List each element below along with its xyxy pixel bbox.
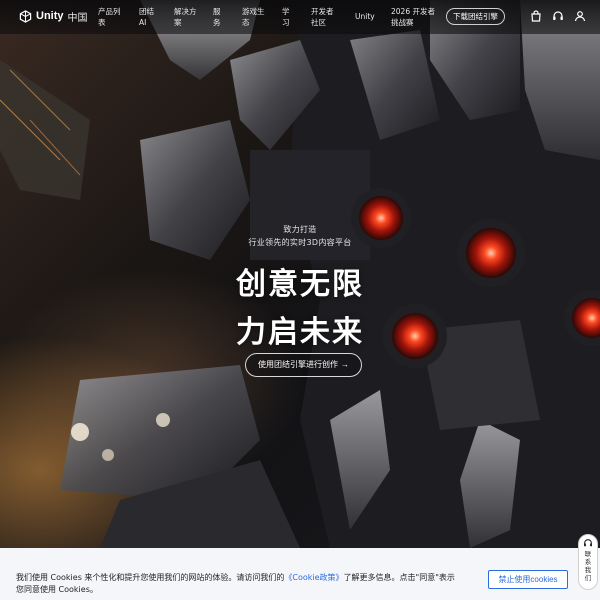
nav-developer-community[interactable]: 开发者社区: [311, 6, 337, 28]
nav-game-ecosystem[interactable]: 游戏生态: [242, 6, 268, 28]
user-icon[interactable]: [574, 10, 586, 22]
logo-region: 中国: [67, 12, 88, 24]
nav-solutions[interactable]: 解决方案: [174, 6, 200, 28]
cookie-message: 我们使用 Cookies 来个性化和提升您使用我们的网站的体验。请访问我们的《C…: [16, 572, 456, 596]
nav-tuanjie-ai[interactable]: 团结 AI: [139, 6, 159, 28]
cookie-policy-link[interactable]: 《Cookie政策》: [284, 573, 343, 582]
logo-text: Unity: [36, 10, 64, 22]
cookie-banner: 我们使用 Cookies 来个性化和提升您使用我们的网站的体验。请访问我们的《C…: [0, 548, 600, 600]
nav-unity[interactable]: Unity: [355, 11, 375, 22]
download-engine-button[interactable]: 下载团结引擎: [446, 8, 505, 25]
headset-icon: [584, 539, 592, 547]
hero-tagline-line2: 行业领先的实时3D内容平台: [248, 238, 352, 247]
shopping-bag-icon[interactable]: [530, 10, 542, 22]
top-navbar: Unity 中国 产品列表 团结 AI 解决方案 服务 游戏生态 学习 开发者社…: [0, 0, 600, 34]
headset-icon[interactable]: [552, 10, 564, 22]
nav-services[interactable]: 服务: [213, 6, 225, 28]
nav-learn[interactable]: 学习: [282, 6, 294, 28]
cookie-text-before: 我们使用 Cookies 来个性化和提升您使用我们的网站的体验。请访问我们的: [16, 573, 285, 582]
arrow-right-icon: →: [341, 360, 349, 369]
contact-us-label: 联系我们: [584, 550, 592, 582]
cta-label: 使用团结引擎进行创作: [258, 360, 338, 369]
contact-us-widget[interactable]: 联系我们: [578, 534, 598, 590]
hero-tagline-line1: 致力打造: [283, 225, 317, 234]
hero-headline-line1: 创意无限: [236, 267, 364, 302]
unity-cube-icon: [19, 9, 32, 23]
hero-headline-line2: 力启未来: [236, 315, 364, 350]
nav-developer-challenge[interactable]: 2026 开发者挑战赛: [391, 6, 441, 28]
unity-logo[interactable]: Unity 中国: [19, 9, 88, 24]
create-with-tuanjie-button[interactable]: 使用团结引擎进行创作 →: [245, 353, 362, 377]
reject-cookies-button[interactable]: 禁止使用cookies: [488, 570, 568, 589]
nav-products[interactable]: 产品列表: [98, 6, 124, 28]
